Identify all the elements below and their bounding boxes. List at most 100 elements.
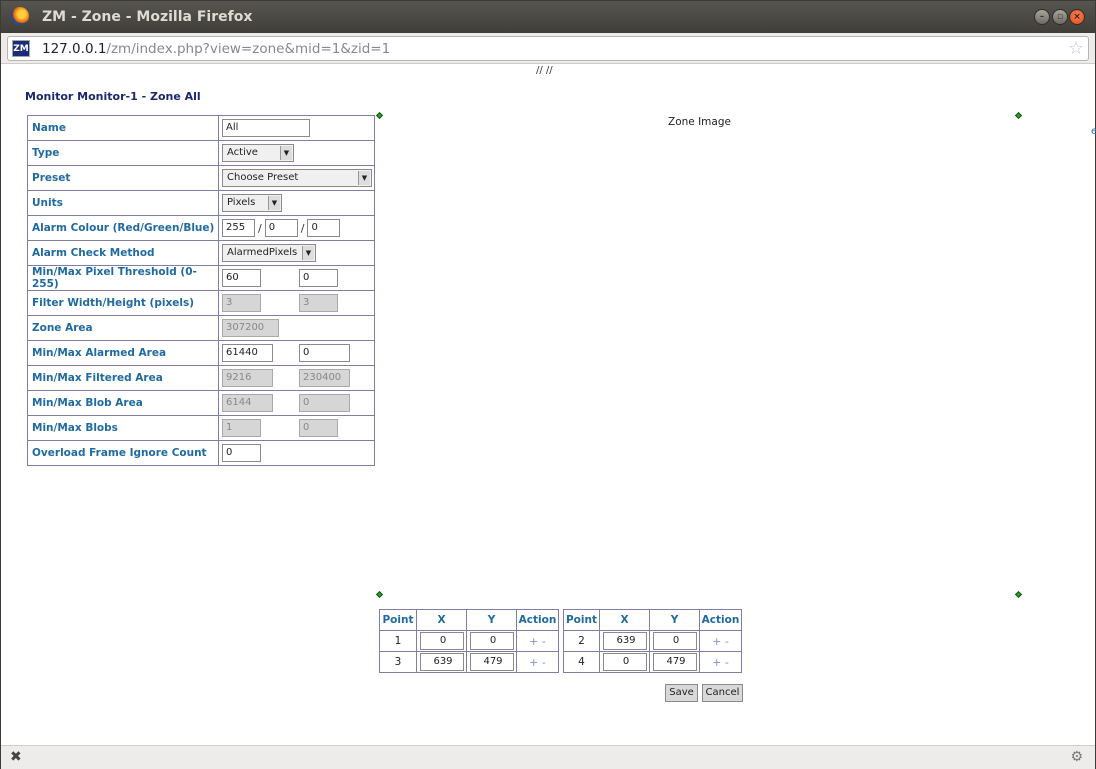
blobs-label: Min/Max Blobs bbox=[27, 415, 219, 441]
point-x-input[interactable]: 639 bbox=[419, 653, 464, 671]
point-x-input[interactable]: 639 bbox=[602, 632, 647, 650]
colour-separator: / bbox=[300, 221, 305, 235]
check-method-cell: AlarmedPixels ▼ bbox=[218, 240, 375, 266]
check-method-select[interactable]: AlarmedPixels ▼ bbox=[222, 244, 316, 262]
x-cell: 639 bbox=[599, 630, 650, 652]
name-input[interactable]: All bbox=[222, 119, 310, 137]
min-alarmed-area-input[interactable]: 61440 bbox=[222, 344, 273, 362]
edge-mark: e bbox=[1091, 126, 1096, 137]
alarm-colour-green-input[interactable]: 0 bbox=[264, 219, 298, 237]
table-row: 1 0 0 + - bbox=[379, 630, 559, 652]
close-icon[interactable]: × bbox=[1069, 9, 1085, 25]
preset-select[interactable]: Choose Preset ▼ bbox=[222, 169, 372, 187]
point-y-input[interactable]: 0 bbox=[652, 632, 697, 650]
point-x-input[interactable]: 0 bbox=[419, 632, 464, 650]
add-point-button[interactable]: + bbox=[712, 656, 721, 669]
zone-corner-handle[interactable] bbox=[1014, 590, 1023, 599]
minimize-icon[interactable]: – bbox=[1034, 9, 1050, 25]
alarm-colour-blue-input[interactable]: 0 bbox=[307, 219, 341, 237]
units-select-value: Pixels bbox=[227, 197, 256, 208]
close-x-icon[interactable]: ✖ bbox=[10, 749, 22, 765]
col-header-y: Y bbox=[466, 609, 517, 631]
row-filter-size: Filter Width/Height (pixels) 33 bbox=[27, 290, 375, 316]
points-table-right: Point X Y Action 2 639 0 + - 4 0 479 + - bbox=[563, 609, 742, 673]
add-point-button[interactable]: + bbox=[712, 635, 721, 648]
name-cell: All bbox=[218, 115, 375, 141]
url-path: /zm/index.php?view=zone&mid=1&zid=1 bbox=[106, 41, 391, 57]
chevron-down-icon: ▼ bbox=[302, 246, 314, 260]
filter-height-input: 3 bbox=[299, 294, 338, 312]
maximize-icon[interactable]: ▫ bbox=[1052, 9, 1068, 25]
table-row: 3 639 479 + - bbox=[379, 651, 559, 673]
preset-select-value: Choose Preset bbox=[227, 172, 299, 183]
action-cell: + - bbox=[516, 651, 559, 673]
save-button[interactable]: Save bbox=[665, 684, 698, 702]
remove-point-button[interactable]: - bbox=[542, 635, 546, 648]
alarm-colour-red-input[interactable]: 255 bbox=[222, 219, 255, 237]
col-header-y: Y bbox=[649, 609, 700, 631]
y-cell: 0 bbox=[649, 630, 700, 652]
addon-gear-icon[interactable]: ⚙ bbox=[1070, 749, 1083, 765]
min-pixel-threshold-input[interactable]: 60 bbox=[222, 269, 261, 287]
zone-corner-handle[interactable] bbox=[375, 590, 384, 599]
pixel-threshold-cell: 60 0 bbox=[218, 265, 375, 291]
url-text[interactable]: 127.0.0.1/zm/index.php?view=zone&mid=1&z… bbox=[42, 41, 390, 57]
type-select-value: Active bbox=[227, 147, 258, 158]
filter-size-label: Filter Width/Height (pixels) bbox=[27, 290, 219, 316]
y-cell: 479 bbox=[466, 651, 517, 673]
row-check-method: Alarm Check Method AlarmedPixels ▼ bbox=[27, 240, 375, 266]
point-number: 3 bbox=[379, 651, 417, 673]
max-alarmed-area-input[interactable]: 0 bbox=[299, 344, 350, 362]
overload-ignore-input[interactable]: 0 bbox=[222, 444, 261, 462]
add-point-button[interactable]: + bbox=[529, 635, 538, 648]
zone-corner-handle[interactable] bbox=[1014, 111, 1023, 120]
y-cell: 0 bbox=[466, 630, 517, 652]
max-pixel-threshold-input[interactable]: 0 bbox=[299, 269, 338, 287]
max-blob-area-input: 0 bbox=[299, 394, 350, 412]
zone-area-label: Zone Area bbox=[27, 315, 219, 341]
site-favicon-icon: ZM bbox=[12, 40, 30, 57]
row-alarm-colour: Alarm Colour (Red/Green/Blue) 255/0/0 bbox=[27, 215, 375, 241]
filtered-area-label: Min/Max Filtered Area bbox=[27, 365, 219, 391]
min-blob-area-input: 6144 bbox=[222, 394, 273, 412]
row-pixel-threshold: Min/Max Pixel Threshold (0-255) 60 0 bbox=[27, 265, 375, 291]
remove-point-button[interactable]: - bbox=[725, 656, 729, 669]
alarm-colour-label: Alarm Colour (Red/Green/Blue) bbox=[27, 215, 219, 241]
remove-point-button[interactable]: - bbox=[542, 656, 546, 669]
chevron-down-icon: ▼ bbox=[268, 196, 280, 210]
action-cell: + - bbox=[516, 630, 559, 652]
col-header-point: Point bbox=[563, 609, 600, 631]
address-bar[interactable]: ZM 127.0.0.1/zm/index.php?view=zone&mid=… bbox=[7, 36, 1089, 61]
units-select[interactable]: Pixels ▼ bbox=[222, 194, 282, 212]
cancel-button[interactable]: Cancel bbox=[702, 684, 743, 702]
row-zone-area: Zone Area 307200 bbox=[27, 315, 375, 341]
zone-corner-handle[interactable] bbox=[375, 111, 384, 120]
remove-point-button[interactable]: - bbox=[725, 635, 729, 648]
point-x-input[interactable]: 0 bbox=[602, 653, 647, 671]
blob-area-cell: 6144 0 bbox=[218, 390, 375, 416]
window-title: ZM - Zone - Mozilla Firefox bbox=[42, 9, 253, 25]
page-content: // // Monitor Monitor-1 - Zone All e Nam… bbox=[1, 65, 1096, 745]
units-label: Units bbox=[27, 190, 219, 216]
action-cell: + - bbox=[699, 651, 742, 673]
zone-area-input: 307200 bbox=[222, 319, 279, 337]
add-point-button[interactable]: + bbox=[529, 656, 538, 669]
overload-ignore-label: Overload Frame Ignore Count bbox=[27, 440, 219, 466]
row-type: Type Active ▼ bbox=[27, 140, 375, 166]
zone-settings-table: Name All Type Active ▼ Preset Choose Pres… bbox=[27, 115, 375, 466]
row-units: Units Pixels ▼ bbox=[27, 190, 375, 216]
point-y-input[interactable]: 0 bbox=[469, 632, 514, 650]
point-number: 2 bbox=[563, 630, 600, 652]
browser-window: ZM - Zone - Mozilla Firefox – ▫ × ZM 127… bbox=[0, 0, 1096, 769]
zone-image-caption: Zone Image bbox=[668, 116, 731, 128]
units-cell: Pixels ▼ bbox=[218, 190, 375, 216]
status-bar: ✖ ⚙ bbox=[1, 745, 1095, 769]
url-host: 127.0.0.1 bbox=[42, 41, 107, 57]
x-cell: 639 bbox=[416, 651, 467, 673]
star-icon[interactable]: ☆ bbox=[1068, 38, 1084, 59]
point-y-input[interactable]: 479 bbox=[469, 653, 514, 671]
points-table-left: Point X Y Action 1 0 0 + - 3 639 479 + - bbox=[379, 609, 559, 673]
type-select[interactable]: Active ▼ bbox=[222, 144, 294, 162]
alarmed-area-cell: 61440 0 bbox=[218, 340, 375, 366]
point-y-input[interactable]: 479 bbox=[652, 653, 697, 671]
